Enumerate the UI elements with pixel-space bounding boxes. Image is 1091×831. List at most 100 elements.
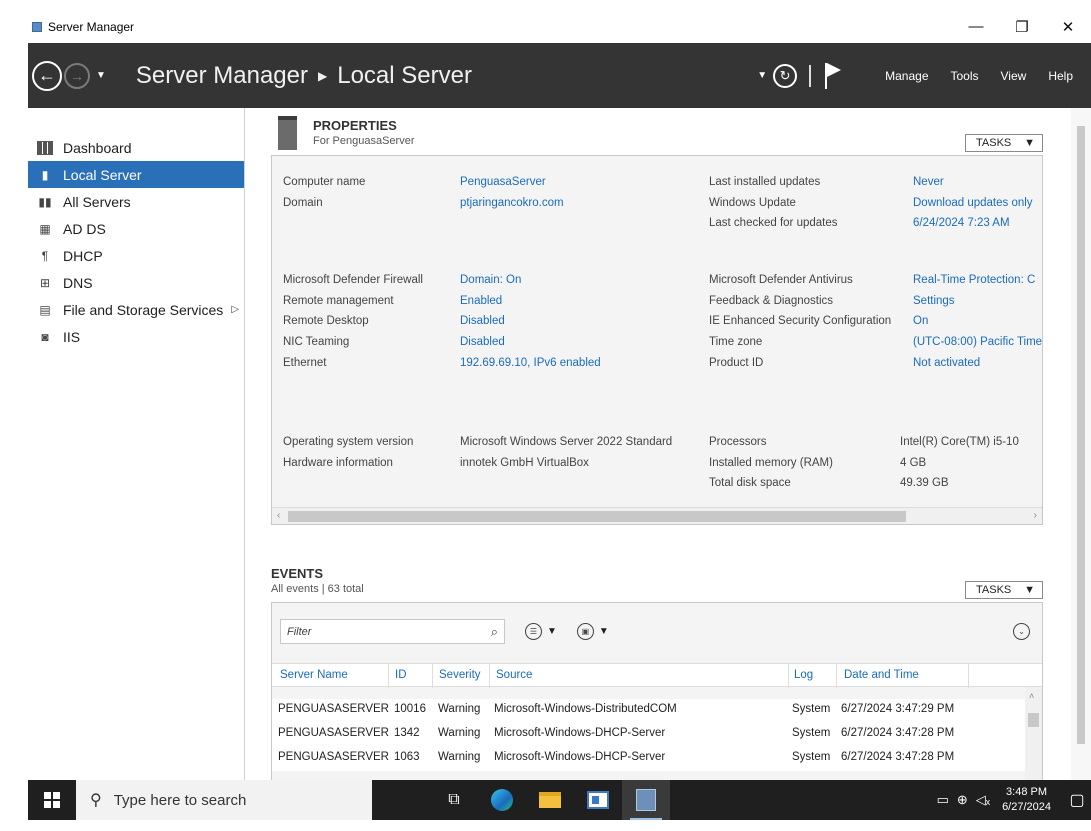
column-date-time[interactable]: Date and Time — [844, 669, 919, 681]
properties-horizontal-scrollbar[interactable]: ‹ › — [272, 507, 1042, 524]
column-server-name[interactable]: Server Name — [280, 669, 348, 681]
events-subtitle: All events | 63 total — [271, 583, 364, 595]
forward-arrow-icon[interactable]: → — [64, 62, 90, 89]
expand-icon[interactable]: ⌄ — [1013, 623, 1030, 640]
sidebar-item-dns[interactable]: ⊞ DNS — [28, 269, 244, 296]
cell-date-time: 6/27/2024 3:47:28 PM — [841, 751, 955, 763]
search-icon: ⚲ — [90, 792, 102, 809]
restore-button[interactable]: ❐ — [999, 10, 1045, 43]
sidebar-item-label: File and Storage Services — [63, 301, 224, 318]
column-severity[interactable]: Severity — [439, 669, 481, 681]
notification-center-icon[interactable]: ▢ — [1063, 780, 1091, 820]
header-divider — [809, 64, 812, 87]
taskbar-edge-button[interactable] — [478, 780, 526, 820]
events-vertical-scrollbar[interactable]: ˄ — [1025, 687, 1042, 781]
breadcrumb-root[interactable]: Server Manager — [136, 62, 308, 90]
search-icon[interactable]: ⌕ — [491, 624, 498, 640]
history-dropdown-icon[interactable]: ▼ — [96, 70, 106, 81]
submenu-arrow-icon[interactable]: ▷ — [231, 304, 239, 315]
sidebar-item-dhcp[interactable]: ¶ DHCP — [28, 242, 244, 269]
server-manager-icon — [587, 791, 609, 809]
table-row[interactable]: PENGUASASERVER 1342 Warning Microsoft-Wi… — [272, 723, 1042, 747]
window-titlebar: Server Manager — ❐ ✕ — [28, 10, 1091, 43]
clock-time: 3:48 PM — [1006, 786, 1048, 798]
prop-value-time-zone[interactable]: (UTC-08:00) Pacific Time — [913, 332, 1042, 353]
back-arrow-icon[interactable]: ← — [32, 60, 62, 91]
save-query-icon: ▣ — [576, 623, 594, 640]
cell-id: 1063 — [394, 751, 420, 763]
task-view-icon[interactable]: ⧉ — [430, 780, 478, 820]
prop-value-feedback[interactable]: Settings — [913, 291, 1042, 312]
column-source[interactable]: Source — [496, 669, 532, 681]
prop-label: Microsoft Defender Firewall — [283, 274, 423, 286]
prop-value-ie-security[interactable]: On — [913, 311, 1042, 332]
scroll-up-icon[interactable]: ˄ — [1029, 691, 1034, 701]
refresh-dropdown-icon[interactable]: ▼ — [757, 70, 767, 81]
prop-value-remote-desktop[interactable]: Disabled — [460, 311, 601, 332]
prop-value-firewall[interactable]: Domain: On — [460, 270, 601, 291]
prop-value-remote-management[interactable]: Enabled — [460, 291, 601, 312]
prop-value-ethernet[interactable]: 192.69.69.10, IPv6 enabled — [460, 353, 601, 374]
prop-label: NIC Teaming — [283, 336, 350, 349]
events-tasks-button[interactable]: TASKS ▼ — [965, 581, 1043, 599]
main-vertical-scrollbar[interactable] — [1071, 108, 1091, 780]
taskbar-server-manager-app-button[interactable] — [574, 780, 622, 820]
properties-tasks-button[interactable]: TASKS ▼ — [965, 134, 1043, 152]
menu-tools[interactable]: Tools — [951, 69, 979, 83]
events-filter-input[interactable]: Filter ⌕ — [280, 619, 505, 644]
prop-value-antivirus[interactable]: Real-Time Protection: C — [913, 270, 1042, 291]
notifications-flag-icon[interactable] — [823, 62, 843, 89]
sidebar-item-label: DHCP — [63, 247, 103, 264]
prop-value-processors: Intel(R) Core(TM) i5-10 — [900, 436, 1019, 448]
taskbar-search-box[interactable]: ⚲ Type here to search — [76, 780, 372, 820]
sidebar-item-ad-ds[interactable]: ▦ AD DS — [28, 215, 244, 242]
battery-icon[interactable]: ▭ — [937, 792, 949, 808]
sidebar-item-iis[interactable]: ◙ IIS — [28, 323, 244, 350]
events-table-header: Server Name ID Severity Source Log Date … — [272, 663, 1042, 688]
volume-muted-icon[interactable]: ◁ₓ — [976, 792, 990, 808]
close-button[interactable]: ✕ — [1045, 10, 1091, 43]
save-query-dropdown[interactable]: ▣ ▼ — [576, 623, 609, 640]
menu-manage[interactable]: Manage — [885, 69, 928, 83]
start-button[interactable] — [28, 780, 76, 820]
menu-help[interactable]: Help — [1048, 69, 1073, 83]
scrollbar-thumb[interactable] — [288, 511, 906, 522]
taskbar-explorer-button[interactable] — [526, 780, 574, 820]
scrollbar-thumb[interactable] — [1077, 126, 1085, 744]
taskbar-clock[interactable]: 3:48 PM 6/27/2024 — [1002, 785, 1051, 815]
system-tray: ▭ ⊕ ◁ₓ 3:48 PM 6/27/2024 ▢ — [937, 780, 1091, 820]
scroll-left-icon[interactable]: ‹ — [277, 510, 280, 521]
refresh-icon[interactable]: ↻ — [773, 63, 798, 88]
prop-label: Time zone — [709, 336, 763, 349]
prop-value-windows-update[interactable]: Download updates only — [913, 193, 1033, 214]
prop-value-nic-teaming[interactable]: Disabled — [460, 332, 601, 353]
taskbar-active-app-button[interactable] — [622, 780, 670, 820]
scroll-right-icon[interactable]: › — [1034, 510, 1037, 521]
scrollbar-thumb[interactable] — [1028, 713, 1039, 727]
dhcp-icon: ¶ — [41, 248, 49, 263]
sidebar-item-all-servers[interactable]: ▮▮ All Servers — [28, 188, 244, 215]
table-row[interactable]: PENGUASASERVER 10016 Warning Microsoft-W… — [272, 699, 1042, 723]
prop-value-last-checked[interactable]: 6/24/2024 7:23 AM — [913, 213, 1033, 234]
table-row[interactable]: PENGUASASERVER 1063 Warning Microsoft-Wi… — [272, 747, 1042, 771]
network-icon[interactable]: ⊕ — [957, 792, 968, 808]
adds-icon: ▦ — [39, 221, 51, 236]
minimize-button[interactable]: — — [953, 10, 999, 43]
edge-icon — [491, 789, 513, 811]
column-log[interactable]: Log — [794, 669, 813, 681]
sidebar-item-local-server[interactable]: ▮ Local Server — [28, 161, 244, 188]
prop-value-computer-name[interactable]: PenguasaServer — [460, 172, 564, 193]
sidebar-item-dashboard[interactable]: Dashboard — [28, 134, 244, 161]
cell-source: Microsoft-Windows-DistributedCOM — [494, 703, 677, 715]
cell-log: System — [792, 727, 831, 739]
prop-value-product-id[interactable]: Not activated — [913, 353, 1042, 374]
prop-label: Microsoft Defender Antivirus — [709, 274, 853, 286]
column-id[interactable]: ID — [395, 669, 407, 681]
prop-value-last-installed[interactable]: Never — [913, 172, 1033, 193]
chevron-down-icon: ▼ — [1024, 137, 1035, 149]
query-options-dropdown[interactable]: ☰ ▼ — [525, 623, 557, 640]
menu-view[interactable]: View — [1001, 69, 1027, 83]
prop-value-domain[interactable]: ptjaringancokro.com — [460, 193, 564, 214]
sidebar-item-file-storage[interactable]: ▤ File and Storage Services ▷ — [28, 296, 244, 323]
dns-icon: ⊞ — [39, 275, 51, 290]
